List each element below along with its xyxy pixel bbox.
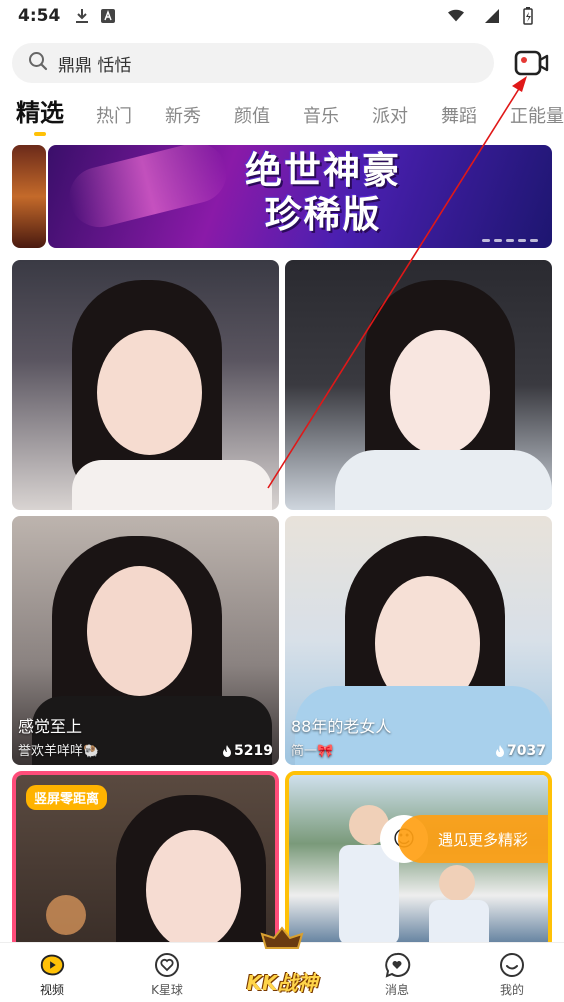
search-row: 鼎鼎 恬恬: [12, 42, 552, 84]
tab-looks[interactable]: 颜值: [234, 102, 270, 138]
banner-slide[interactable]: 绝世神豪 珍稀版: [48, 145, 552, 248]
start-live-button[interactable]: [512, 43, 552, 83]
banner-dot: [494, 239, 502, 242]
flame-icon: [223, 745, 232, 757]
banner-light-ray: [63, 145, 233, 234]
discover-more-button[interactable]: 遇见更多精彩: [398, 815, 548, 863]
nav-video-label: 视频: [39, 983, 64, 997]
tab-newcomer[interactable]: 新秀: [165, 102, 201, 138]
live-card[interactable]: [285, 260, 552, 510]
profile-icon: [498, 951, 526, 979]
tab-party[interactable]: 派对: [372, 102, 408, 138]
category-tabs: 精选 热门 新秀 颜值 音乐 派对 舞蹈 正能量: [16, 96, 564, 138]
video-tab-icon: [38, 951, 66, 979]
video-camera-icon: [514, 50, 549, 76]
nav-k-planet-label: K星球: [151, 983, 183, 997]
live-card[interactable]: 88年的老女人 简一🎀 7037: [285, 516, 552, 765]
download-icon: [74, 8, 90, 24]
live-card[interactable]: [12, 260, 279, 510]
tab-music[interactable]: 音乐: [303, 102, 339, 138]
search-input[interactable]: 鼎鼎 恬恬: [12, 43, 494, 83]
live-card-heat-value: 5219: [234, 743, 273, 759]
nav-video[interactable]: 视频: [26, 943, 78, 1002]
search-placeholder: 鼎鼎 恬恬: [58, 55, 132, 76]
live-card[interactable]: 感觉至上 誉欢羊咩咩🐏 5219: [12, 516, 279, 765]
banner-title-line1: 绝世神豪: [245, 149, 401, 192]
banner-dot: [518, 239, 526, 242]
nav-messages-label: 消息: [384, 983, 409, 997]
tab-positive-energy[interactable]: 正能量: [510, 102, 564, 138]
center-game-button[interactable]: KK战神: [244, 926, 320, 996]
nav-messages[interactable]: 消息: [371, 943, 423, 1002]
live-card-title: 88年的老女人: [291, 717, 392, 736]
planet-heart-icon: [153, 951, 181, 979]
live-card-thumbnail: [285, 260, 552, 510]
tab-hot[interactable]: 热门: [96, 102, 132, 138]
banner-carousel[interactable]: 绝世神豪 珍稀版: [12, 145, 552, 248]
center-logo-text: KK战神: [246, 971, 318, 995]
live-card[interactable]: ☺ 遇见更多精彩: [285, 771, 552, 951]
live-card-host: 誉欢羊咩咩🐏: [18, 744, 100, 759]
banner-title-line2: 珍稀版: [264, 193, 382, 236]
signal-icon: [484, 8, 500, 24]
live-card[interactable]: 竖屏零距离: [12, 771, 279, 951]
live-card-heat: 5219: [222, 743, 273, 759]
nav-k-planet[interactable]: K星球: [141, 943, 193, 1002]
live-card-heat-value: 7037: [507, 743, 546, 759]
banner-dot: [506, 239, 514, 242]
status-time: 4:54: [18, 6, 61, 26]
banner-prev-slide[interactable]: [12, 145, 46, 248]
status-bar: 4:54: [0, 0, 564, 32]
nav-profile-label: 我的: [499, 983, 524, 997]
banner-dot: [482, 239, 490, 242]
message-icon: [383, 951, 411, 979]
live-card-heat: 7037: [495, 743, 546, 759]
banner-title: 绝世神豪 珍稀版: [223, 149, 423, 237]
live-card-host: 简一🎀: [291, 744, 334, 759]
banner-dot: [530, 239, 538, 242]
center-logo-icon: [260, 926, 304, 949]
flame-icon: [496, 745, 505, 757]
live-card-thumbnail: [12, 260, 279, 510]
tab-featured[interactable]: 精选: [16, 96, 64, 138]
tab-dance[interactable]: 舞蹈: [441, 102, 477, 138]
vertical-stream-tag: 竖屏零距离: [26, 785, 108, 810]
search-icon: [28, 51, 48, 75]
banner-pagination: [482, 239, 538, 242]
nav-profile[interactable]: 我的: [486, 943, 538, 1002]
battery-icon: [520, 7, 536, 25]
app-notification-icon: [100, 8, 116, 24]
live-card-title: 感觉至上: [18, 717, 83, 736]
wifi-icon: [448, 8, 464, 24]
